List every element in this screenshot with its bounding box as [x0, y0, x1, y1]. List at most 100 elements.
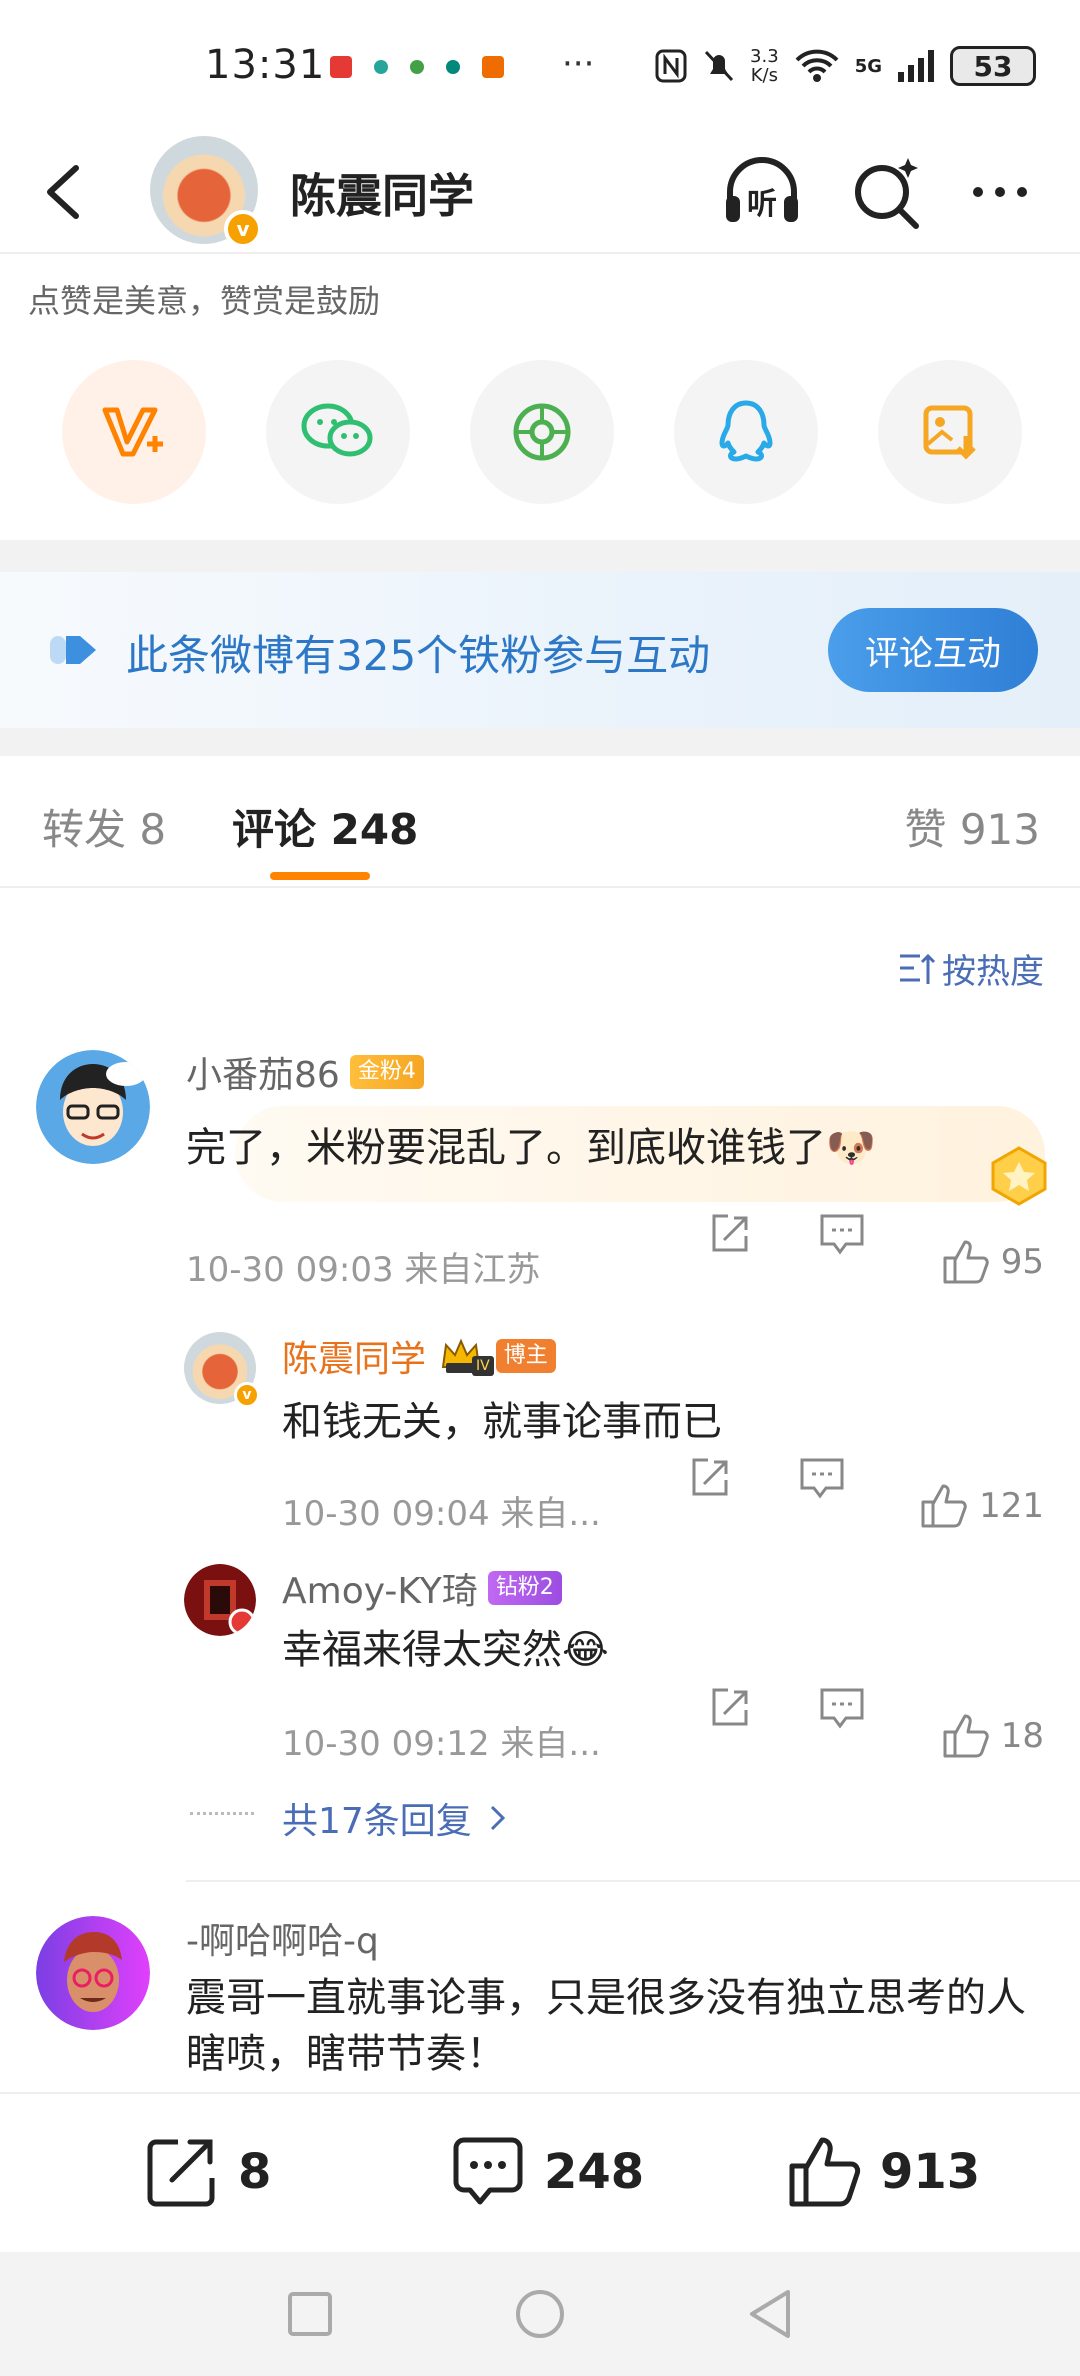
notification-icons: [330, 56, 504, 78]
like-count: 95: [1000, 1242, 1044, 1282]
app-notification-icon: [330, 56, 352, 78]
thumbs-up-icon: [943, 1240, 989, 1284]
divider: [0, 540, 1080, 572]
share-moments-button[interactable]: [470, 360, 614, 504]
status-indicators: 3.3 K/s 5G 53: [654, 46, 1036, 86]
avatar[interactable]: [184, 1564, 256, 1636]
comment-text: 完了，米粉要混乱了。到底收谁钱了🐶: [186, 1125, 876, 1171]
fan-badge[interactable]: 钻粉2: [487, 1571, 562, 1605]
repost-count: 8: [238, 2144, 272, 2200]
verified-badge-icon: v: [234, 1382, 260, 1408]
more-options-icon[interactable]: [960, 152, 1040, 232]
comment-meta: 10-30 09:03 来自江苏: [186, 1250, 541, 1290]
reply-text: 和钱无关，就事论事而已: [282, 1399, 722, 1445]
like-button[interactable]: 913: [786, 2134, 980, 2210]
reply-text: 幸福来得太突然😂: [282, 1627, 609, 1673]
header: v 陈震同学 听: [0, 130, 1080, 254]
divider: [0, 728, 1080, 756]
more-replies-label: 共17条回复: [282, 1801, 472, 1842]
status-bar: 13:31 ··· 3.3 K/s 5G 53: [0, 0, 1080, 130]
repost-button[interactable]: 8: [144, 2134, 271, 2210]
more-replies-link[interactable]: 共17条回复: [282, 1792, 508, 1844]
battery-indicator: 53: [950, 46, 1036, 86]
repost-icon[interactable]: [686, 1454, 734, 1502]
reply-meta: 10-30 09:12 来自...: [282, 1724, 601, 1764]
page-title[interactable]: 陈震同学: [290, 160, 474, 226]
share-qq-button[interactable]: [674, 360, 818, 504]
listen-icon[interactable]: 听: [720, 152, 804, 232]
wechat-icon: [301, 403, 373, 457]
fans-interaction-banner: 此条微博有325个铁粉参与互动 评论互动: [0, 572, 1080, 728]
reply-username-text[interactable]: 陈震同学: [282, 1330, 426, 1382]
thumbs-up-icon: [789, 2137, 861, 2207]
tab-comments[interactable]: 评论 248: [232, 796, 418, 857]
reward-button[interactable]: [62, 360, 206, 504]
bottom-action-bar: 8 248 913: [0, 2092, 1080, 2252]
nfc-icon: [655, 49, 687, 83]
like-count: 18: [1000, 1716, 1044, 1756]
app-notification-icon: [374, 60, 388, 74]
app-notification-icon: [482, 56, 504, 78]
wifi-icon: [795, 49, 839, 82]
gold-badge-icon: [991, 1146, 1047, 1206]
comment-interaction-button[interactable]: 评论互动: [828, 608, 1038, 692]
reply-username[interactable]: 陈震同学 IV 博主: [282, 1330, 556, 1382]
app-notification-icon: [446, 60, 460, 74]
comment-username[interactable]: -啊哈啊哈-q: [186, 1912, 379, 1964]
verified-badge-icon: v: [224, 210, 262, 248]
repost-icon: [147, 2139, 215, 2207]
like-button[interactable]: 121: [916, 1482, 1044, 1530]
network-speed-unit: K/s: [750, 65, 778, 86]
more-notifications-icon: ···: [562, 44, 595, 84]
share-hint: 点赞是美意，赞赏是鼓励: [28, 282, 381, 320]
system-navigation-bar: [0, 2252, 1080, 2376]
avatar[interactable]: v: [184, 1332, 260, 1408]
reply-username-text[interactable]: Amoy-KY琦: [282, 1562, 478, 1614]
like-button[interactable]: 18: [936, 1712, 1044, 1760]
comment-username-text[interactable]: 小番茄86: [186, 1046, 340, 1098]
reply-icon[interactable]: [818, 1684, 866, 1732]
reply-username[interactable]: Amoy-KY琦 钻粉2: [282, 1562, 562, 1614]
save-image-button[interactable]: [878, 360, 1022, 504]
repost-icon[interactable]: [706, 1684, 754, 1732]
signal-icon: [898, 50, 934, 82]
network-speed-value: 3.3: [750, 46, 779, 67]
share-wechat-button[interactable]: [266, 360, 410, 504]
app-notification-icon: [410, 60, 424, 74]
network-speed: 3.3 K/s: [750, 47, 779, 85]
repost-icon[interactable]: [706, 1210, 754, 1258]
reply-icon[interactable]: [798, 1454, 846, 1502]
reply-meta: 10-30 09:04 来自...: [282, 1494, 601, 1534]
like-button[interactable]: 95: [936, 1238, 1044, 1286]
tab-likes[interactable]: 赞 913: [904, 796, 1040, 857]
back-nav-icon[interactable]: [740, 2284, 800, 2344]
avatar[interactable]: [36, 1050, 150, 1164]
thumbs-up-icon: [943, 1714, 989, 1758]
tab-reposts[interactable]: 转发 8: [42, 796, 166, 857]
avatar[interactable]: v: [150, 136, 262, 248]
blogger-badge: IV 博主: [440, 1336, 556, 1376]
comment-icon: [453, 2137, 523, 2205]
avatar[interactable]: [36, 1916, 150, 2030]
recent-apps-icon[interactable]: [280, 2284, 340, 2344]
like-count: 121: [979, 1486, 1044, 1526]
sort-button[interactable]: 按热度: [898, 944, 1044, 993]
home-icon[interactable]: [510, 2284, 570, 2344]
sort-icon: [900, 953, 936, 984]
comment-count: 248: [544, 2144, 645, 2200]
back-icon[interactable]: [36, 160, 96, 224]
reply-icon[interactable]: [818, 1210, 866, 1258]
moments-icon: [513, 403, 571, 461]
tab-bar: 转发 8 评论 248 赞 913: [0, 756, 1080, 888]
search-icon[interactable]: [846, 152, 926, 232]
fan-badge[interactable]: 金粉4: [349, 1055, 424, 1089]
comment-button[interactable]: 248: [450, 2134, 644, 2210]
level-badge: IV: [472, 1356, 494, 1376]
comment-username[interactable]: 小番茄86 金粉4: [186, 1046, 424, 1098]
save-image-icon: [923, 405, 976, 460]
network-type: 5G: [854, 55, 882, 77]
svg-text:听: 听: [747, 187, 777, 222]
blogger-tag: 博主: [495, 1339, 556, 1373]
comment-username-text[interactable]: -啊哈啊哈-q: [186, 1912, 379, 1964]
status-time: 13:31: [205, 42, 326, 88]
